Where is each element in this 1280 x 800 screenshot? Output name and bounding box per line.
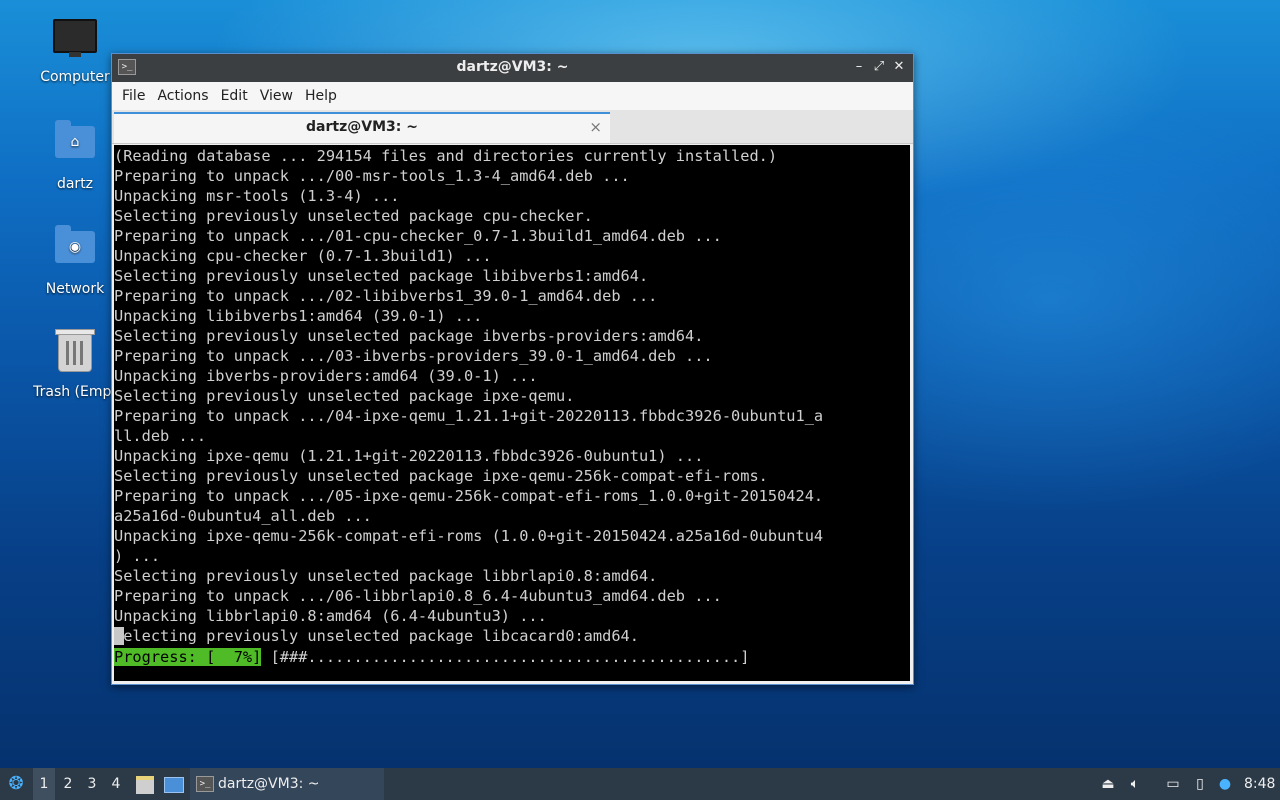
computer-icon <box>53 19 97 63</box>
file-manager-icon[interactable] <box>134 768 156 800</box>
taskbar-terminal-button[interactable]: >_ dartz@VM3: ~ <box>190 768 384 800</box>
terminal-line: ll.deb ... <box>114 427 207 445</box>
tab-label: dartz@VM3: ~ <box>306 119 418 135</box>
terminal-line: ) ... <box>114 547 161 565</box>
clock[interactable]: 8:48 <box>1244 768 1278 800</box>
terminal-output[interactable]: (Reading database ... 294154 files and d… <box>114 145 910 681</box>
workspace-1[interactable]: 1 <box>33 768 55 800</box>
terminal-line: a25a16d-0ubuntu4_all.deb ... <box>114 507 372 525</box>
network-folder-icon: ◉ <box>53 225 97 275</box>
terminal-line: Preparing to unpack .../02-libibverbs1_3… <box>114 287 658 305</box>
terminal-line: Preparing to unpack .../03-ibverbs-provi… <box>114 347 713 365</box>
terminal-line: Unpacking ipxe-qemu (1.21.1+git-20220113… <box>114 447 704 465</box>
progress-bar-text: [###....................................… <box>261 648 750 666</box>
terminal-line: Selecting previously unselected package … <box>114 467 768 485</box>
volume-icon[interactable]: 🔈︎ <box>1124 768 1146 800</box>
terminal-line: Preparing to unpack .../05-ipxe-qemu-256… <box>114 487 824 505</box>
menu-view[interactable]: View <box>254 88 299 104</box>
terminal-line: Selecting previously unselected package … <box>114 387 575 405</box>
terminal-line: Preparing to unpack .../00-msr-tools_1.3… <box>114 167 630 185</box>
update-tray-icon[interactable]: ⏏ <box>1097 768 1119 800</box>
terminal-line: Preparing to unpack .../01-cpu-checker_0… <box>114 227 722 245</box>
terminal-line: Selecting previously unselected package … <box>114 567 658 585</box>
notification-icon[interactable]: ● <box>1214 768 1236 800</box>
start-menu-icon[interactable]: ❂ <box>4 768 28 800</box>
terminal-line: Unpacking libibverbs1:amd64 (39.0-1) ... <box>114 307 483 325</box>
window-titlebar[interactable]: >_ dartz@VM3: ~ – ⤢ ✕ <box>112 54 913 82</box>
terminal-lines: (Reading database ... 294154 files and d… <box>114 146 823 646</box>
terminal-line: Selecting previously unselected package … <box>114 627 639 645</box>
network-tray-icon[interactable]: ▭ <box>1162 768 1184 800</box>
terminal-line: Unpacking ipxe-qemu-256k-compat-efi-roms… <box>114 527 824 545</box>
terminal-line: Preparing to unpack .../04-ipxe-qemu_1.2… <box>114 407 824 425</box>
tab-terminal[interactable]: dartz@VM3: ~ × <box>114 112 610 143</box>
terminal-window: >_ dartz@VM3: ~ – ⤢ ✕ File Actions Edit … <box>111 53 914 685</box>
workspace-3[interactable]: 3 <box>81 768 103 800</box>
menu-actions[interactable]: Actions <box>151 88 214 104</box>
progress-label: Progress: [ 7%] <box>114 648 262 666</box>
close-button[interactable]: ✕ <box>890 58 908 76</box>
workspace-2[interactable]: 2 <box>57 768 79 800</box>
taskbar: ❂ 1 2 3 4 >_ dartz@VM3: ~ ⏏ 🔈︎ ▭ ▯ ● 8:4… <box>0 768 1280 800</box>
tab-bar: dartz@VM3: ~ × <box>112 110 913 144</box>
terminal-icon: >_ <box>196 776 214 792</box>
clipboard-icon[interactable]: ▯ <box>1189 768 1211 800</box>
terminal-line: Selecting previously unselected package … <box>114 267 649 285</box>
menu-file[interactable]: File <box>116 88 151 104</box>
show-desktop-icon[interactable] <box>162 768 184 800</box>
maximize-button[interactable]: ⤢ <box>870 58 888 76</box>
window-title: dartz@VM3: ~ <box>456 59 569 75</box>
menu-bar: File Actions Edit View Help <box>112 82 913 110</box>
terminal-cursor <box>114 627 124 645</box>
workspace-4[interactable]: 4 <box>105 768 127 800</box>
trash-icon <box>53 329 97 378</box>
home-folder-icon: ⌂ <box>53 120 97 170</box>
terminal-line: Selecting previously unselected package … <box>114 327 704 345</box>
terminal-line: Unpacking ibverbs-providers:amd64 (39.0-… <box>114 367 538 385</box>
minimize-button[interactable]: – <box>850 58 868 76</box>
menu-help[interactable]: Help <box>299 88 343 104</box>
menu-edit[interactable]: Edit <box>215 88 254 104</box>
terminal-line: Preparing to unpack .../06-libbrlapi0.8_… <box>114 587 722 605</box>
tab-close-icon[interactable]: × <box>589 118 602 136</box>
progress-line: Progress: [ 7%] [###....................… <box>114 647 749 667</box>
terminal-line: (Reading database ... 294154 files and d… <box>114 147 778 165</box>
terminal-line: Selecting previously unselected package … <box>114 207 593 225</box>
terminal-line: Unpacking cpu-checker (0.7-1.3build1) ..… <box>114 247 492 265</box>
taskbar-task-label: dartz@VM3: ~ <box>218 776 320 792</box>
terminal-line: Unpacking libbrlapi0.8:amd64 (6.4-4ubunt… <box>114 607 547 625</box>
terminal-line: Unpacking msr-tools (1.3-4) ... <box>114 187 400 205</box>
